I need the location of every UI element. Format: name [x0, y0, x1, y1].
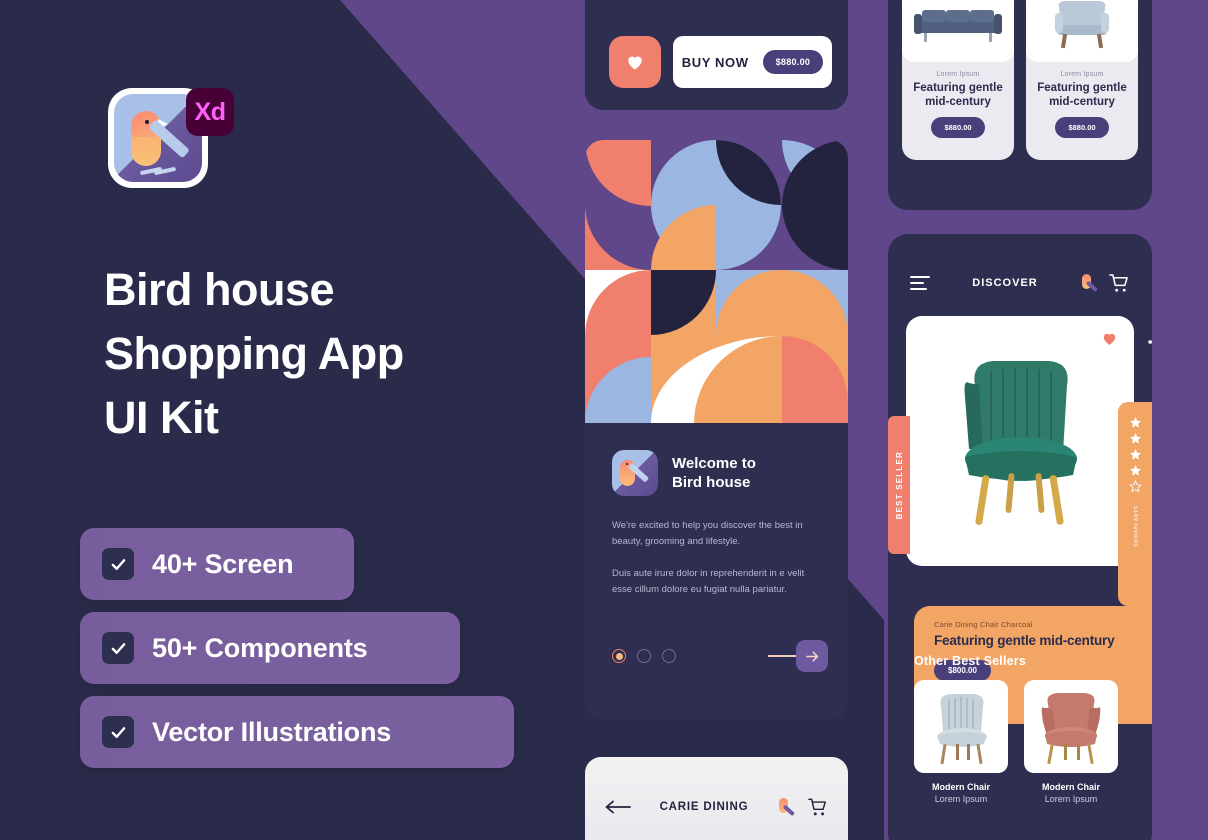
product-card[interactable]: Lorem Ipsum Featuring gentle mid-century… — [1026, 0, 1138, 160]
share-icon — [1148, 340, 1152, 344]
title-line-3: UI Kit — [104, 392, 219, 443]
pagination-dot[interactable] — [662, 649, 676, 663]
favorite-button[interactable] — [609, 36, 661, 88]
pink-chair-image — [1024, 680, 1118, 773]
product-nav-title: CARIE DINING — [659, 801, 749, 813]
page-title: Bird house Shopping App UI Kit — [104, 258, 524, 450]
adobe-xd-badge: Xd — [186, 88, 234, 136]
welcome-line-1: Welcome to — [672, 455, 756, 472]
buy-now-label: BUY NOW — [681, 54, 749, 70]
title-line-1: Bird house — [104, 264, 335, 315]
sofa-image — [902, 0, 1014, 62]
price-badge: $880.00 — [762, 50, 824, 74]
checkbox[interactable] — [102, 632, 134, 664]
arrow-left-icon[interactable] — [605, 800, 631, 814]
onboarding-content: Welcome to Bird house We're excited to h… — [585, 423, 848, 598]
onboarding-paragraph-2: Duis aute irure dolor in reprehenderit i… — [612, 568, 805, 595]
poster-canvas: Xd Bird house Shopping App UI Kit 40+ Sc… — [0, 0, 1208, 840]
xd-badge-label: Xd — [194, 97, 226, 126]
title-line-2: Shopping App — [104, 328, 404, 379]
pagination-dot[interactable] — [637, 649, 651, 663]
feature-list: 40+ Screen 50+ Components Vector Illustr… — [80, 528, 540, 780]
feature-item-screens[interactable]: 40+ Screen — [80, 528, 354, 600]
product-card-subtitle: Lorem Ipsum — [1060, 71, 1104, 78]
best-seller-label: BEST SELLER — [894, 450, 904, 520]
feature-label: Vector Illustrations — [152, 716, 392, 747]
discover-title: DISCOVER — [972, 277, 1038, 289]
pagination-dots[interactable] — [612, 649, 676, 663]
onboarding-header: Welcome to Bird house — [612, 450, 821, 496]
discover-header: DISCOVER — [888, 234, 1152, 294]
product-card-subtitle: Lorem Ipsum — [936, 71, 980, 78]
product-card-title: Featuring gentle mid-century — [1037, 82, 1127, 108]
other-product-card[interactable]: Modern Chair Lorem Ipsum — [1024, 680, 1118, 804]
buy-now-bar: BUY NOW $880.00 — [585, 0, 848, 110]
product-card-price: $880.00 — [1055, 117, 1109, 138]
grey-chair-image — [914, 680, 1008, 773]
onboarding-footer — [612, 640, 828, 672]
feature-item-illustrations[interactable]: Vector Illustrations — [80, 696, 514, 768]
favorite-button[interactable] — [1101, 330, 1118, 352]
check-icon — [111, 558, 125, 570]
other-product-card[interactable]: Modern Chair Lorem Ipsum — [914, 680, 1008, 804]
product-card[interactable]: Lorem Ipsum Featuring gentle mid-century… — [902, 0, 1014, 160]
checkbox[interactable] — [102, 716, 134, 748]
buy-now-button[interactable]: BUY NOW $880.00 — [673, 36, 832, 88]
discover-screen: DISCOVER BEST SELLER 5149 reviews Carie … — [888, 234, 1152, 840]
other-sellers-heading: Other Best Sellers — [914, 654, 1026, 668]
pagination-dot-active[interactable] — [612, 649, 626, 663]
next-control[interactable] — [768, 640, 828, 672]
other-product-subtitle: Lorem Ipsum — [1044, 794, 1098, 804]
feature-item-components[interactable]: 50+ Components — [80, 612, 460, 684]
star-icon — [1129, 465, 1141, 476]
star-icon — [1129, 417, 1141, 428]
feature-label: 40+ Screen — [152, 548, 294, 579]
rating-strip: 5149 reviews — [1118, 402, 1152, 606]
product-nav-bar: CARIE DINING — [585, 757, 848, 840]
welcome-title: Welcome to Bird house — [672, 454, 756, 492]
bird-icon[interactable] — [777, 796, 795, 818]
star-icon — [1129, 449, 1141, 460]
hamburger-icon[interactable] — [910, 276, 930, 290]
heart-icon — [628, 56, 642, 70]
share-button[interactable] — [1146, 334, 1152, 355]
armchair-image — [1026, 0, 1138, 62]
heart-icon — [1103, 333, 1116, 345]
next-button[interactable] — [796, 640, 828, 672]
onboarding-screen: Welcome to Bird house We're excited to h… — [585, 140, 848, 720]
other-product-title: Modern Chair — [931, 782, 990, 792]
other-product-title: Modern Chair — [1041, 782, 1100, 792]
welcome-line-2: Bird house — [672, 474, 751, 491]
product-card-price: $880.00 — [931, 117, 985, 138]
green-velvet-chair-image[interactable] — [906, 316, 1152, 566]
cart-icon[interactable] — [808, 798, 828, 817]
check-icon — [111, 726, 125, 738]
star-icon — [1129, 433, 1141, 444]
geometric-pattern-artwork — [585, 140, 848, 423]
reviews-label: 5149 reviews — [1132, 506, 1138, 548]
bird-eye-shape — [145, 120, 149, 124]
product-card-title: Featuring gentle mid-century — [913, 82, 1003, 108]
arrow-right-icon — [805, 650, 818, 662]
product-subtitle: Carie Dining Chair Charcoal — [934, 620, 1033, 629]
hero-product-area: BEST SELLER — [888, 316, 1152, 566]
star-outline-icon — [1128, 480, 1142, 493]
app-logo-group: Xd — [108, 88, 234, 200]
check-icon — [111, 642, 125, 654]
best-seller-badge: BEST SELLER — [888, 416, 910, 554]
product-title: Featuring gentle mid-century — [934, 633, 1115, 648]
onboarding-paragraph-1: We're excited to help you discover the b… — [612, 520, 803, 547]
bird-icon[interactable] — [1080, 272, 1098, 294]
cart-icon[interactable] — [1109, 273, 1130, 293]
product-cards-panel: Lorem Ipsum Featuring gentle mid-century… — [888, 0, 1152, 210]
checkbox[interactable] — [102, 548, 134, 580]
other-product-subtitle: Lorem Ipsum — [934, 794, 988, 804]
feature-label: 50+ Components — [152, 632, 368, 663]
birdhouse-app-icon — [612, 450, 658, 496]
left-hero-panel: Xd Bird house Shopping App UI Kit 40+ Sc… — [0, 0, 560, 840]
other-products-grid: Modern Chair Lorem Ipsum Modern Chair Lo… — [914, 680, 1118, 804]
